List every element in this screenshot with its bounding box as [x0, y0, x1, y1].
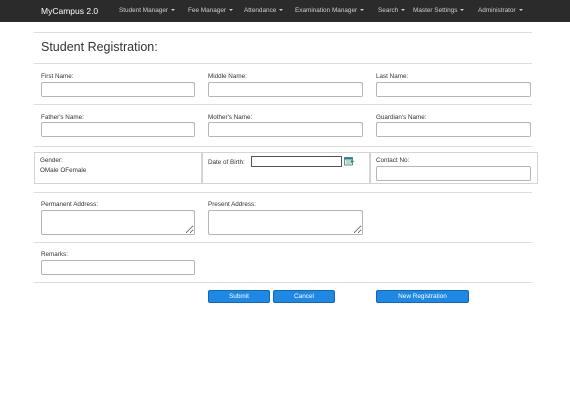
contact-field[interactable] — [376, 166, 531, 181]
nav-label: Search — [378, 7, 399, 14]
caret-down-icon — [360, 9, 365, 12]
contact-label: Contact No: — [376, 157, 410, 164]
nav-master-settings[interactable]: Master Settings — [413, 0, 465, 22]
gender-radio-group: OMale OFemale — [40, 167, 86, 174]
caret-down-icon — [460, 9, 465, 12]
divider — [34, 282, 532, 283]
divider — [34, 104, 532, 105]
guardians-name-field[interactable] — [376, 122, 531, 137]
caret-down-icon — [279, 9, 284, 12]
gender-radio-female[interactable]: OFemale — [60, 167, 86, 174]
fathers-name-label: Father's Name: — [41, 114, 84, 121]
nav-label: Examination Manager — [295, 7, 358, 14]
nav-attendance[interactable]: Attendance — [244, 0, 284, 22]
nav-label: Attendance — [244, 7, 277, 14]
nav-administrator[interactable]: Administrator — [478, 0, 523, 22]
brand-logo[interactable]: MyCampus 2.0 — [41, 0, 98, 22]
present-address-field[interactable] — [208, 210, 363, 235]
nav-search[interactable]: Search — [378, 0, 406, 22]
dob-label: Date of Birth: — [208, 159, 245, 166]
cancel-button[interactable]: Cancel — [273, 290, 335, 303]
nav-fee-manager[interactable]: Fee Manager — [188, 0, 234, 22]
top-navbar: MyCampus 2.0 Student Manager Fee Manager… — [0, 0, 570, 22]
middle-name-field[interactable] — [208, 82, 363, 97]
gender-option-male: Male — [44, 167, 59, 174]
calendar-icon[interactable] — [344, 156, 355, 166]
gender-option-female: Female — [65, 167, 87, 174]
divider — [34, 192, 532, 193]
page-title: Student Registration: — [41, 40, 158, 54]
last-name-label: Last Name: — [376, 73, 409, 80]
caret-down-icon — [401, 9, 406, 12]
gender-label: Gender: — [40, 157, 63, 164]
divider — [34, 63, 532, 64]
nav-label: Fee Manager — [188, 7, 227, 14]
remarks-field[interactable] — [41, 260, 195, 275]
nav-student-manager[interactable]: Student Manager — [119, 0, 176, 22]
dob-field[interactable] — [251, 156, 342, 167]
nav-label: Master Settings — [413, 7, 458, 14]
permanent-address-label: Permanent Address: — [41, 201, 99, 208]
first-name-field[interactable] — [41, 82, 195, 97]
caret-down-icon — [171, 9, 176, 12]
caret-down-icon — [518, 9, 523, 12]
new-registration-button[interactable]: New Registration — [376, 290, 469, 303]
guardians-name-label: Guardian's Name: — [376, 114, 427, 121]
fathers-name-field[interactable] — [41, 122, 195, 137]
gender-radio-male[interactable]: OMale — [40, 167, 59, 174]
divider — [34, 32, 532, 33]
submit-button[interactable]: Submit — [208, 290, 270, 303]
nav-examination-manager[interactable]: Examination Manager — [295, 0, 365, 22]
first-name-label: First Name: — [41, 73, 74, 80]
last-name-field[interactable] — [376, 82, 531, 97]
nav-label: Administrator — [478, 7, 516, 14]
mothers-name-label: Mother's Name: — [208, 114, 253, 121]
permanent-address-field[interactable] — [41, 210, 195, 235]
divider — [34, 146, 532, 147]
middle-name-label: Middle Name: — [208, 73, 247, 80]
nav-label: Student Manager — [119, 7, 169, 14]
present-address-label: Present Address: — [208, 201, 256, 208]
caret-down-icon — [229, 9, 234, 12]
divider — [34, 242, 532, 243]
remarks-label: Remarks: — [41, 251, 68, 258]
mothers-name-field[interactable] — [208, 122, 363, 137]
